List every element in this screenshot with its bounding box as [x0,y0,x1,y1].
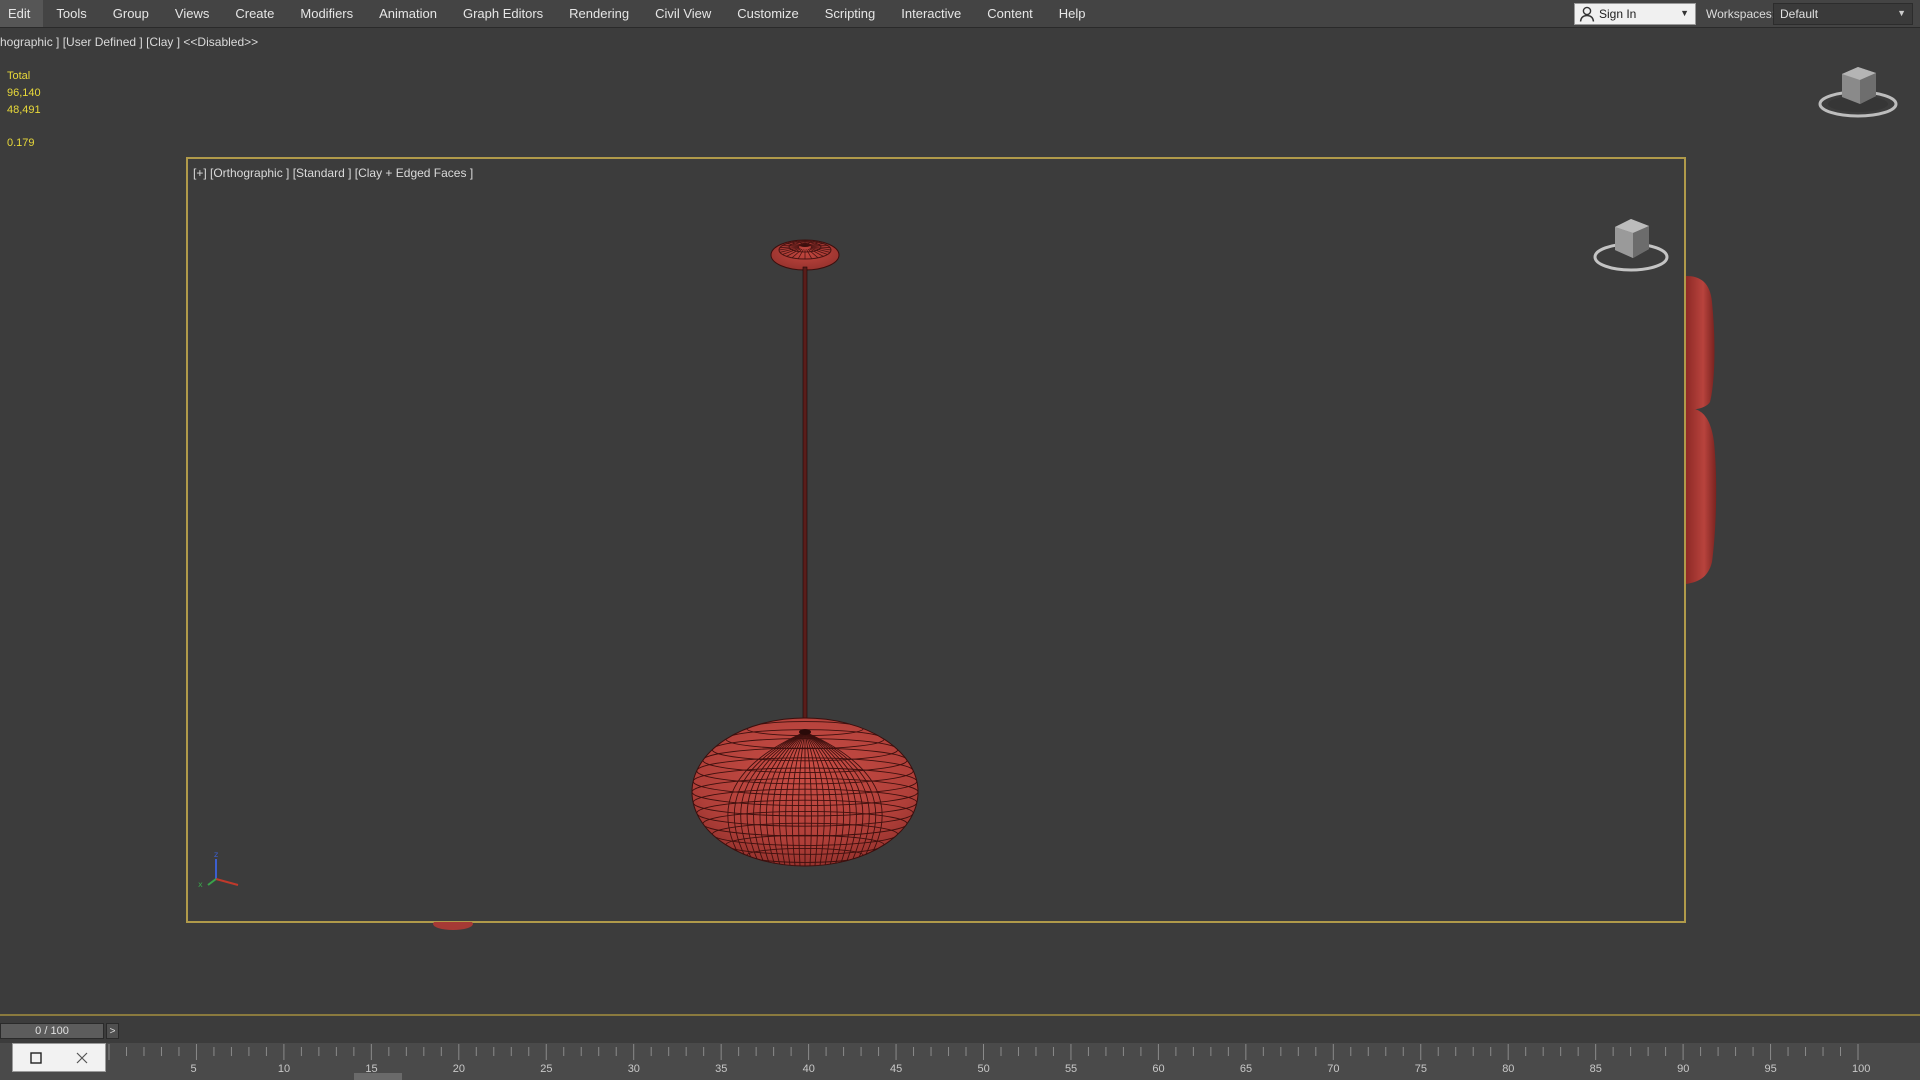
workspaces-label: Workspaces: [1706,7,1776,21]
timeline-tick-label: 30 [628,1063,640,1074]
menu-item-graph-editors[interactable]: Graph Editors [450,0,556,27]
menu-item-scripting[interactable]: Scripting [812,0,889,27]
timeline-tick-label: 70 [1327,1063,1339,1074]
timeline-tick-label: 100 [1852,1063,1870,1074]
user-icon [1579,6,1595,22]
key-square-button[interactable] [13,1044,59,1071]
menu-item-customize[interactable]: Customize [724,0,811,27]
menu-item-interactive[interactable]: Interactive [888,0,974,27]
menu-item-tools[interactable]: Tools [43,0,99,27]
timeline-tick-label: 25 [540,1063,552,1074]
menu-item-civil-view[interactable]: Civil View [642,0,724,27]
workspaces-select[interactable]: Default ▼ [1773,3,1913,25]
stats-polys: 96,140 [7,87,41,99]
square-icon [30,1051,42,1064]
timeline-tick-label: 20 [453,1063,465,1074]
timeline-divider [0,1014,1920,1016]
timeline-tick-label: 65 [1240,1063,1252,1074]
timeline-tick-label: 5 [190,1063,196,1074]
sign-in-label: Sign In [1599,7,1637,21]
timeline-tick-label: 35 [715,1063,727,1074]
timeline-tick-label: 55 [1065,1063,1077,1074]
viewport-scene: z x [198,219,1669,889]
timeline-tick-label: 80 [1502,1063,1514,1074]
menu-item-content[interactable]: Content [974,0,1046,27]
sign-in-dropdown[interactable]: Sign In ▼ [1574,3,1696,25]
menu-item-modifiers[interactable]: Modifiers [287,0,366,27]
close-button[interactable] [59,1044,105,1071]
background-viewport-label[interactable]: hographic ] [User Defined ] [Clay ] <<Di… [0,35,258,49]
timeline-tick-label: 95 [1765,1063,1777,1074]
viewcube-icon[interactable] [1593,219,1669,272]
menu-item-edit[interactable]: Edit [0,0,44,27]
timeline-tick-label: 85 [1590,1063,1602,1074]
viewcube-icon[interactable] [1818,60,1898,124]
menu-item-help[interactable]: Help [1046,0,1099,27]
background-object-sliver [433,922,473,930]
lamp-shade [691,717,919,867]
track-buttons [12,1043,106,1072]
menu-item-animation[interactable]: Animation [366,0,450,27]
viewport-statistics: Total 96,140 48,491 0.179 [7,68,41,152]
workspace-value: Default [1780,7,1819,21]
timeline-ruler[interactable]: 5 10 15 20 25 30 35 40 45 50 55 60 65 70 75 80 85 90 95 100 [0,1040,1920,1074]
track-scrollbar-thumb[interactable] [354,1073,402,1080]
menu-item-create[interactable]: Create [222,0,287,27]
next-frame-label: > [109,1025,116,1037]
timeline-tick-label: 75 [1415,1063,1427,1074]
menu-item-views[interactable]: Views [162,0,222,27]
timeline-tick-label: 40 [803,1063,815,1074]
timeline-tick-label: 10 [278,1063,290,1074]
chevron-down-icon: ▼ [1680,8,1689,18]
svg-text:x: x [198,880,203,889]
menu-items: Edit Tools Group Views Create Modifiers Animat… [0,0,1099,27]
menu-item-group[interactable]: Group [100,0,162,27]
active-viewport[interactable]: [+] [Orthographic ] [Standard ] [Clay + … [186,157,1686,923]
next-frame-button[interactable]: > [106,1023,119,1039]
background-cushion-shape [1686,276,1717,584]
axis-tripod-icon: z x [198,850,239,889]
pendant-cord [802,266,808,736]
timeline-tick-label: 60 [1152,1063,1164,1074]
timeline-tick-label: 50 [978,1063,990,1074]
frame-display: 0 / 100 [35,1025,69,1037]
timeline-tick-label: 90 [1677,1063,1689,1074]
stats-total-label: Total [7,70,31,82]
close-icon [76,1052,88,1063]
stats-fps: 0.179 [7,137,35,149]
stats-verts: 48,491 [7,104,41,116]
timeline-tick-label: 45 [890,1063,902,1074]
ceiling-cap [770,239,840,271]
menu-item-rendering[interactable]: Rendering [556,0,642,27]
time-slider[interactable]: 0 / 100 [0,1023,104,1039]
svg-text:z: z [214,850,218,859]
chevron-down-icon: ▼ [1897,8,1906,18]
